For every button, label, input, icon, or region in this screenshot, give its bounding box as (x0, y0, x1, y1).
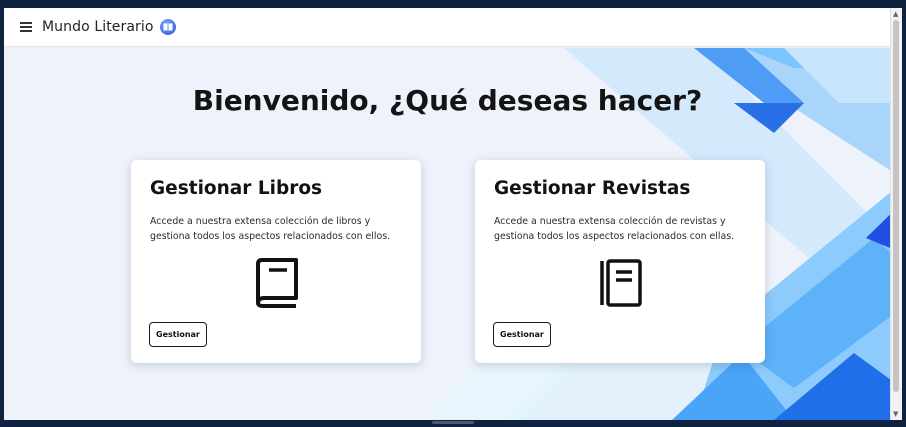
card-title: Gestionar Revistas (494, 178, 691, 199)
card-title: Gestionar Libros (150, 178, 323, 199)
scroll-down-icon[interactable]: ▼ (893, 410, 898, 418)
top-app-bar: Mundo Literario (4, 8, 891, 47)
card-description: Accede a nuestra extensa colección de li… (150, 216, 391, 242)
bottom-bar-handle (432, 421, 474, 424)
scrollbar-thumb[interactable] (893, 20, 899, 392)
welcome-title: Bienvenido, ¿Qué deseas hacer? (192, 84, 703, 117)
vertical-scrollbar[interactable]: ▲ ▼ (890, 8, 902, 420)
bottom-bar (0, 420, 906, 427)
manage-books-button[interactable]: Gestionar (149, 322, 207, 347)
hamburger-menu-icon[interactable] (20, 22, 32, 32)
scroll-up-icon[interactable]: ▲ (893, 10, 898, 18)
manage-magazines-button[interactable]: Gestionar (493, 322, 551, 347)
manage-books-card: Gestionar Libros Accede a nuestra extens… (131, 160, 421, 363)
app-window: Mundo Literario ▲ ▼ Bienvenido, ¿Qué des… (4, 8, 902, 420)
book-logo-icon (159, 19, 176, 35)
card-description: Accede a nuestra extensa colección de re… (494, 216, 735, 242)
magazine-icon (600, 259, 642, 307)
book-icon (256, 258, 298, 308)
manage-magazines-card: Gestionar Revistas Accede a nuestra exte… (475, 160, 765, 363)
brand-name[interactable]: Mundo Literario (42, 19, 154, 35)
